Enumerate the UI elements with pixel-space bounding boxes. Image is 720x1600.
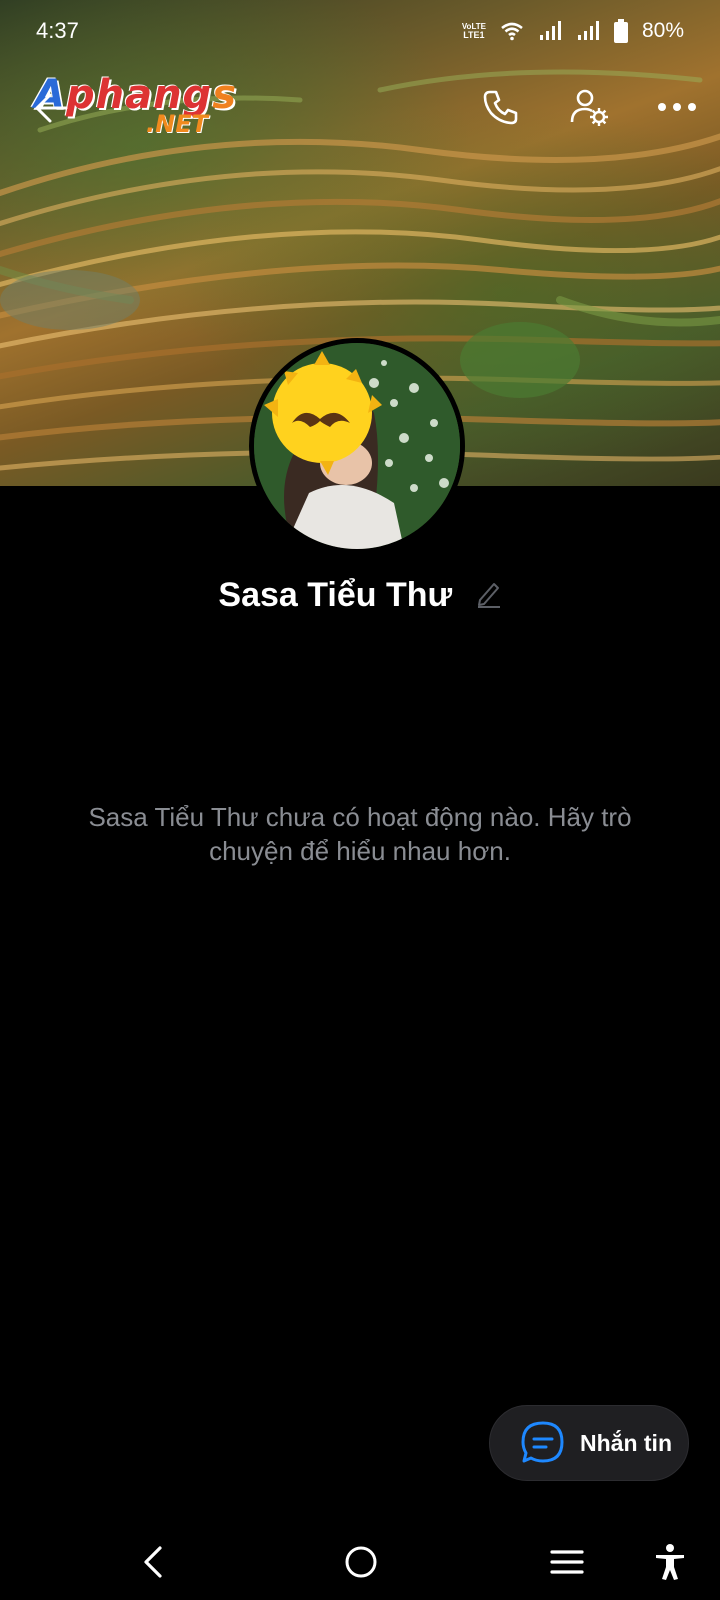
phone-icon bbox=[483, 90, 518, 125]
status-time: 4:37 bbox=[36, 18, 79, 43]
menu-lines-icon bbox=[550, 1550, 584, 1574]
accessibility-icon bbox=[656, 1544, 684, 1580]
wifi-icon bbox=[501, 22, 523, 41]
profile-avatar[interactable] bbox=[249, 338, 465, 554]
edit-name-button[interactable] bbox=[476, 578, 502, 617]
status-icons: VoLTE LTE1 80% bbox=[462, 19, 684, 43]
user-settings-icon bbox=[570, 89, 608, 126]
home-circle-icon bbox=[345, 1546, 377, 1578]
empty-activity-message: Sasa Tiểu Thư chưa có hoạt động nào. Hãy… bbox=[88, 802, 632, 866]
nav-home-button[interactable] bbox=[339, 1540, 383, 1584]
avatar-photo bbox=[254, 343, 460, 549]
send-message-button[interactable]: Nhắn tin bbox=[489, 1405, 689, 1481]
battery-icon bbox=[613, 19, 628, 43]
profile-settings-button[interactable] bbox=[566, 84, 612, 130]
send-message-label: Nhắn tin bbox=[580, 1429, 672, 1456]
pencil-icon bbox=[477, 582, 500, 608]
nav-recents-button[interactable] bbox=[545, 1540, 589, 1584]
volte-icon: VoLTE LTE1 bbox=[461, 22, 486, 40]
signal-icon bbox=[539, 21, 561, 40]
back-button[interactable] bbox=[30, 86, 74, 130]
system-nav-bar bbox=[0, 1520, 720, 1600]
signal-icon-2 bbox=[577, 21, 599, 40]
profile-name-row: Sasa Tiểu Thư bbox=[0, 576, 720, 617]
nav-back-button[interactable] bbox=[131, 1540, 175, 1584]
battery-level: 80% bbox=[641, 19, 684, 42]
more-horizontal-icon bbox=[658, 103, 696, 111]
status-bar: 4:37 VoLTE LTE1 80% bbox=[0, 0, 720, 62]
arrow-left-icon bbox=[35, 93, 68, 123]
chat-bubble-icon bbox=[521, 1421, 564, 1463]
profile-top-bar: Aphangs .NET bbox=[0, 72, 720, 142]
call-button[interactable] bbox=[478, 84, 524, 130]
nav-accessibility-button[interactable] bbox=[648, 1540, 692, 1584]
chevron-left-icon bbox=[144, 1546, 162, 1578]
profile-name: Sasa Tiểu Thư bbox=[218, 576, 453, 614]
more-options-button[interactable] bbox=[654, 84, 700, 130]
